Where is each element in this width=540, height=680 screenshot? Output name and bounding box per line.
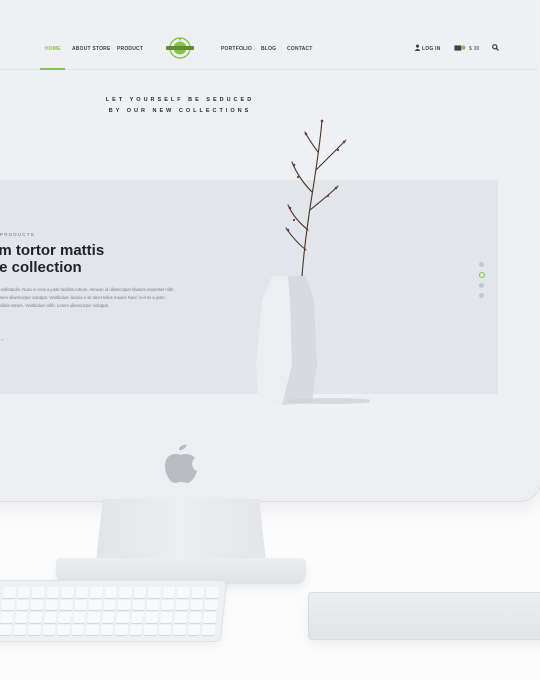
keyboard-key bbox=[133, 587, 147, 598]
keyboard-key bbox=[71, 624, 85, 635]
keyboard-key bbox=[205, 587, 220, 598]
keyboard-key bbox=[116, 612, 130, 623]
keyboard-key bbox=[86, 612, 101, 623]
apple-logo-icon bbox=[164, 444, 197, 483]
keyboard-key bbox=[85, 624, 100, 635]
keyboard-key bbox=[72, 612, 87, 623]
keyboard-key bbox=[162, 587, 176, 598]
nav-item-product[interactable]: PRODUCT bbox=[117, 46, 143, 52]
keyboard-key bbox=[174, 612, 188, 623]
slide-dot-3[interactable] bbox=[479, 283, 484, 288]
nav-item-home[interactable]: HOME bbox=[45, 46, 61, 52]
keyboard-key bbox=[145, 612, 159, 623]
keyboard-key bbox=[102, 599, 117, 610]
nav-active-indicator bbox=[40, 68, 65, 70]
keyboard-key bbox=[42, 624, 56, 635]
keyboard-key bbox=[14, 612, 28, 623]
trackpad bbox=[308, 592, 540, 640]
keyboard-key bbox=[0, 612, 14, 623]
nav-item-blog[interactable]: BLOG bbox=[261, 46, 276, 52]
keyboard-key bbox=[16, 587, 31, 598]
keyboard-key bbox=[0, 624, 13, 635]
keyboard-key bbox=[43, 612, 58, 623]
slide-dot-4[interactable] bbox=[479, 293, 484, 298]
keyboard-key bbox=[56, 624, 71, 635]
brand-logo[interactable] bbox=[165, 36, 195, 60]
keyboard-key bbox=[1, 599, 15, 610]
imac-stand-neck bbox=[96, 499, 266, 561]
website-screen: HOME ABOUT STORE PRODUCT PORTFOLIO BLOG … bbox=[0, 0, 538, 431]
vase-image bbox=[256, 119, 370, 405]
read-more-arrow[interactable]: → bbox=[0, 336, 5, 343]
cart-icon[interactable] bbox=[454, 44, 466, 52]
keyboard-key bbox=[160, 599, 175, 610]
keyboard-key bbox=[130, 612, 145, 623]
hero-headline-line1: LET YOURSELF BE SEDUCED bbox=[105, 97, 255, 103]
hero-title-line1: am tortor mattis bbox=[0, 242, 105, 259]
keyboard-key bbox=[101, 612, 116, 623]
keyboard-key bbox=[15, 599, 30, 610]
keyboard-key bbox=[201, 624, 216, 635]
keyboard-key bbox=[187, 624, 202, 635]
keyboard-key bbox=[158, 624, 172, 635]
keyboard-key bbox=[114, 624, 129, 635]
login-link[interactable]: LOG IN bbox=[422, 46, 440, 52]
keyboard-key bbox=[143, 624, 158, 635]
nav-divider bbox=[0, 69, 538, 70]
keyboard-key bbox=[2, 587, 17, 598]
slide-dot-1[interactable] bbox=[479, 262, 484, 267]
user-icon[interactable] bbox=[414, 44, 421, 51]
keyboard-key bbox=[60, 587, 75, 598]
nav-item-portfolio[interactable]: PORTFOLIO bbox=[221, 46, 252, 52]
keyboard-key bbox=[57, 612, 72, 623]
arrow-right-icon: → bbox=[0, 336, 5, 343]
keyboard-key bbox=[191, 587, 205, 598]
keyboard-key bbox=[204, 599, 219, 610]
nav-item-about-store[interactable]: ABOUT STORE bbox=[72, 46, 111, 52]
keyboard-key bbox=[172, 624, 187, 635]
keyboard-key bbox=[100, 624, 114, 635]
keyboard-key bbox=[88, 599, 102, 610]
top-navigation: HOME ABOUT STORE PRODUCT PORTFOLIO BLOG … bbox=[0, 0, 538, 70]
hero-title: am tortor mattis ne collection bbox=[0, 242, 104, 276]
keyboard-key bbox=[147, 587, 162, 598]
keyboard-key bbox=[159, 612, 174, 623]
keyboard-key bbox=[129, 624, 143, 635]
keyboard-key bbox=[30, 599, 44, 610]
keyboard-key bbox=[75, 587, 89, 598]
hero-description: m sollicitudin. Nunc in eros a justo fac… bbox=[0, 287, 175, 308]
keyboard-key bbox=[59, 599, 73, 610]
hero-title-line2: ne collection bbox=[0, 259, 82, 276]
keyboard-key bbox=[117, 599, 132, 610]
keyboard-key bbox=[31, 587, 46, 598]
keyboard-key bbox=[13, 624, 27, 635]
cart-total: $ 30 bbox=[469, 46, 480, 52]
hero-kicker: PRODUCTS bbox=[0, 232, 35, 237]
keyboard bbox=[0, 580, 228, 642]
keyboard-key bbox=[131, 599, 146, 610]
keyboard-key bbox=[146, 599, 161, 610]
imac-chin bbox=[0, 431, 540, 498]
keyboard-key bbox=[175, 599, 190, 610]
keyboard-key bbox=[73, 599, 88, 610]
nav-item-contact[interactable]: CONTACT bbox=[287, 46, 312, 52]
keyboard-key bbox=[28, 612, 43, 623]
slide-dot-2-active[interactable] bbox=[479, 272, 485, 278]
keyboard-key bbox=[89, 587, 104, 598]
keyboard-key bbox=[203, 612, 217, 623]
keyboard-key bbox=[190, 599, 204, 610]
keyboard-key bbox=[188, 612, 203, 623]
slider-pagination bbox=[479, 262, 485, 303]
keyboard-key bbox=[118, 587, 133, 598]
keyboard-key bbox=[27, 624, 42, 635]
search-icon[interactable] bbox=[492, 44, 499, 51]
keyboard-key bbox=[44, 599, 59, 610]
keyboard-key bbox=[46, 587, 60, 598]
keyboard-key bbox=[104, 587, 118, 598]
keyboard-key bbox=[176, 587, 191, 598]
